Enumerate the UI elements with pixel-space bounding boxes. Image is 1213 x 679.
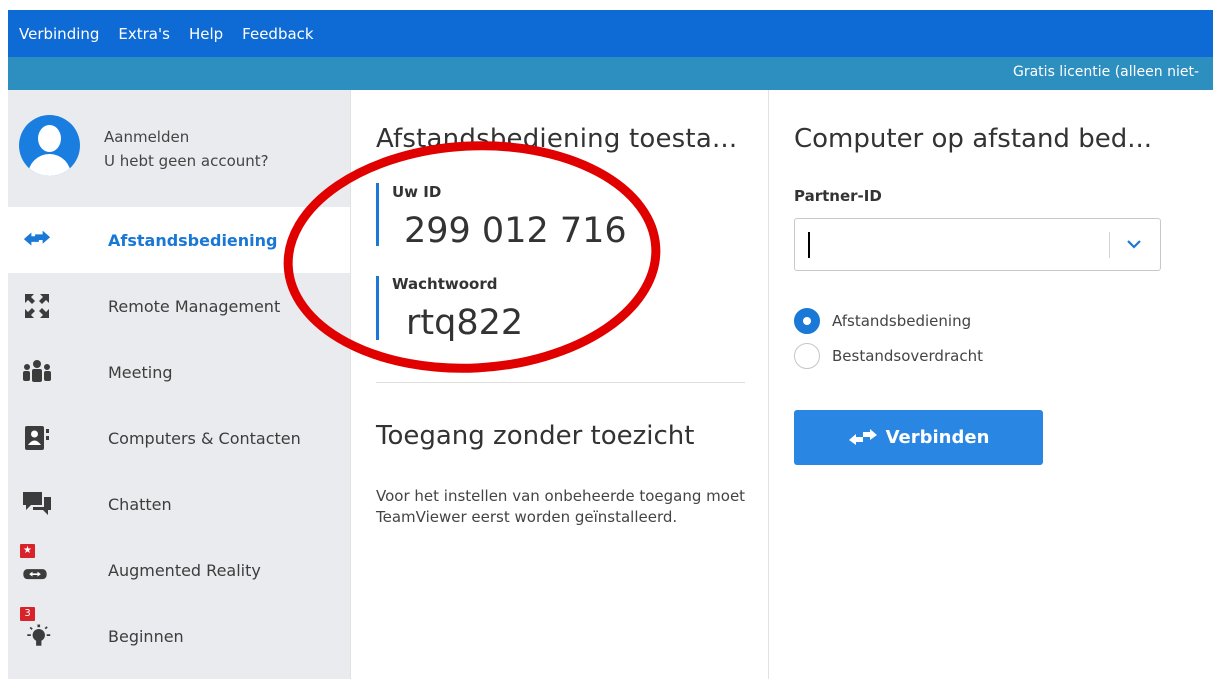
- sidebar-item-beginnen[interactable]: 3 Beginnen: [8, 603, 350, 669]
- ar-glasses-icon: [20, 555, 50, 585]
- license-bar: Gratis licentie (alleen niet-: [8, 57, 1213, 90]
- radio-label: Bestandsoverdracht: [832, 347, 983, 365]
- sidebar-item-label: Afstandsbediening: [108, 230, 278, 250]
- sidebar-item-label: Meeting: [108, 362, 173, 382]
- no-account-link[interactable]: U hebt geen account?: [104, 152, 269, 170]
- menu-verbinding[interactable]: Verbinding: [19, 25, 99, 43]
- chevron-down-icon[interactable]: [1123, 233, 1145, 259]
- option-remote-control[interactable]: Afstandsbediening: [794, 308, 971, 334]
- your-id-label: Uw ID: [392, 183, 442, 201]
- password-label: Wachtwoord: [392, 275, 498, 293]
- control-remote-title: Computer op afstand bed...: [794, 124, 1152, 154]
- password-value[interactable]: rtq822: [406, 303, 523, 343]
- arrows-swap-icon: [848, 428, 877, 445]
- allow-remote-panel: Afstandsbediening toesta... Uw ID 299 01…: [351, 90, 768, 679]
- radio-file-transfer[interactable]: [794, 343, 820, 369]
- notification-badge: 3: [20, 607, 35, 621]
- lightbulb-icon: [22, 621, 52, 651]
- sidebar-item-label: Chatten: [108, 494, 172, 514]
- sidebar-item-label: Beginnen: [108, 626, 184, 646]
- your-id-value[interactable]: 299 012 716: [404, 211, 627, 251]
- connect-label: Verbinden: [885, 427, 990, 448]
- new-badge: ★: [20, 544, 35, 558]
- arrows-swap-icon: [22, 225, 52, 255]
- control-remote-panel: Computer op afstand bed... Partner-ID Af…: [769, 90, 1213, 679]
- sidebar-item-afstandsbediening[interactable]: Afstandsbediening: [8, 207, 350, 273]
- allow-remote-title: Afstandsbediening toesta...: [376, 124, 738, 154]
- radio-remote-control[interactable]: [794, 308, 820, 334]
- account-panel[interactable]: Aanmelden U hebt geen account?: [8, 90, 350, 202]
- sidebar-item-label: Computers & Contacten: [108, 428, 301, 448]
- section-divider: [376, 382, 745, 383]
- unattended-description: Voor het instellen van onbeheerde toegan…: [376, 487, 746, 526]
- menu-bar: Verbinding Extra's Help Feedback: [8, 10, 1213, 57]
- sidebar-item-computers-contacten[interactable]: Computers & Contacten: [8, 405, 350, 471]
- partner-id-input[interactable]: [794, 218, 1161, 271]
- login-link[interactable]: Aanmelden: [104, 128, 189, 146]
- text-caret: [808, 232, 810, 258]
- license-text[interactable]: Gratis licentie (alleen niet-: [1013, 64, 1199, 80]
- group-icon: [22, 357, 52, 387]
- sidebar-item-remote-management[interactable]: Remote Management: [8, 273, 350, 339]
- connect-button[interactable]: Verbinden: [794, 410, 1043, 465]
- sidebar-item-meeting[interactable]: Meeting: [8, 339, 350, 405]
- expand-arrows-icon: [22, 291, 52, 321]
- option-file-transfer[interactable]: Bestandsoverdracht: [794, 343, 983, 369]
- chat-icon: [22, 489, 52, 519]
- contacts-icon: [22, 423, 52, 453]
- menu-extras[interactable]: Extra's: [118, 25, 170, 43]
- sidebar-item-chatten[interactable]: Chatten: [8, 471, 350, 537]
- avatar[interactable]: [19, 115, 80, 176]
- menu-help[interactable]: Help: [189, 25, 223, 43]
- partner-id-label: Partner-ID: [794, 187, 882, 205]
- id-accent-bar: [376, 183, 379, 246]
- sidebar: Aanmelden U hebt geen account? Afstandsb…: [8, 90, 350, 679]
- sidebar-item-augmented-reality[interactable]: ★ Augmented Reality: [8, 537, 350, 603]
- unattended-title: Toegang zonder toezicht: [376, 421, 695, 451]
- menu-feedback[interactable]: Feedback: [242, 25, 313, 43]
- sidebar-item-label: Remote Management: [108, 296, 281, 316]
- dropdown-separator: [1109, 232, 1110, 258]
- sidebar-item-label: Augmented Reality: [108, 560, 261, 580]
- password-accent-bar: [376, 276, 379, 340]
- radio-label: Afstandsbediening: [832, 312, 972, 330]
